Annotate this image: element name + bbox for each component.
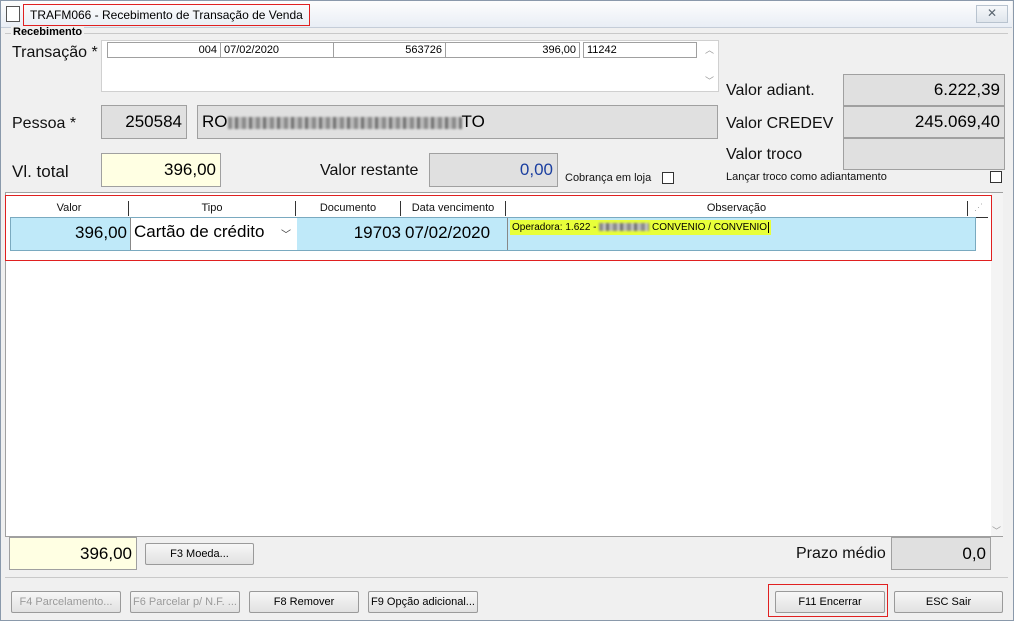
remover-button[interactable]: F8 Remover: [249, 591, 359, 613]
valor-troco-label: Valor troco: [726, 146, 803, 163]
sair-button[interactable]: ESC Sair: [894, 591, 1003, 613]
parcelamento-button[interactable]: F4 Parcelamento...: [11, 591, 121, 613]
chevron-down-icon[interactable]: ﹀: [705, 74, 714, 87]
group-label: Recebimento: [11, 26, 85, 38]
valor-credev-field[interactable]: 245.069,40: [843, 106, 1005, 138]
transacao-valor-field[interactable]: 396,00: [445, 42, 580, 58]
footer-divider: [5, 577, 1008, 578]
transacao-codigo-field[interactable]: 11242: [583, 42, 697, 58]
pessoa-name-start: RO: [202, 112, 228, 131]
redacted-name: [227, 116, 462, 129]
valor-adiant-label: Valor adiant.: [726, 82, 815, 99]
group-divider: [5, 33, 1008, 34]
lancar-troco-checkbox[interactable]: [990, 171, 1002, 183]
chevron-down-icon[interactable]: ﹀: [992, 524, 1001, 537]
vl-total-label: Vl. total: [12, 162, 69, 181]
pessoa-name-end: TO: [461, 112, 485, 131]
annotation-frame-encerrar: [768, 584, 888, 617]
parcelar-nf-button[interactable]: F6 Parcelar p/ N.F. ...: [130, 591, 240, 613]
valor-adiant-field[interactable]: 6.222,39: [843, 74, 1005, 106]
lancar-troco-label: Lançar troco como adiantamento: [726, 171, 887, 183]
transacao-list[interactable]: 004 07/02/2020 563726 396,00 11242 ︿ ﹀: [101, 40, 719, 92]
opcao-adicional-button[interactable]: F9 Opção adicional...: [368, 591, 478, 613]
transacao-data-field[interactable]: 07/02/2020: [220, 42, 334, 58]
prazo-medio-label: Prazo médio: [796, 545, 886, 562]
transacao-empresa-field[interactable]: 004: [107, 42, 221, 58]
valor-troco-field[interactable]: [843, 138, 1005, 170]
valor-restante-field[interactable]: 0,00: [429, 153, 558, 187]
cobranca-loja-checkbox[interactable]: [662, 172, 674, 184]
grid-scrollbar[interactable]: [991, 193, 1003, 536]
valor-restante-label: Valor restante: [320, 162, 419, 179]
chevron-up-icon[interactable]: ︿: [705, 43, 714, 56]
pessoa-label: Pessoa *: [12, 115, 77, 132]
window-title: TRAFM066 - Recebimento de Transação de V…: [23, 4, 310, 26]
pessoa-code-field[interactable]: 250584: [101, 105, 187, 139]
cobranca-loja-label: Cobrança em loja: [565, 172, 652, 184]
pessoa-name-field[interactable]: RO TO: [197, 105, 718, 139]
document-icon: [6, 6, 20, 22]
vl-total-field[interactable]: 396,00: [101, 153, 221, 187]
moeda-button[interactable]: F3 Moeda...: [145, 543, 254, 565]
footer-total-field[interactable]: 396,00: [9, 537, 137, 570]
valor-credev-label: Valor CREDEV: [726, 115, 834, 132]
transacao-label: Transação *: [12, 44, 98, 61]
annotation-frame-grid: [5, 195, 992, 261]
transacao-numero-field[interactable]: 563726: [333, 42, 446, 58]
prazo-medio-field[interactable]: 0,0: [891, 537, 991, 570]
close-icon[interactable]: ✕: [976, 5, 1008, 23]
